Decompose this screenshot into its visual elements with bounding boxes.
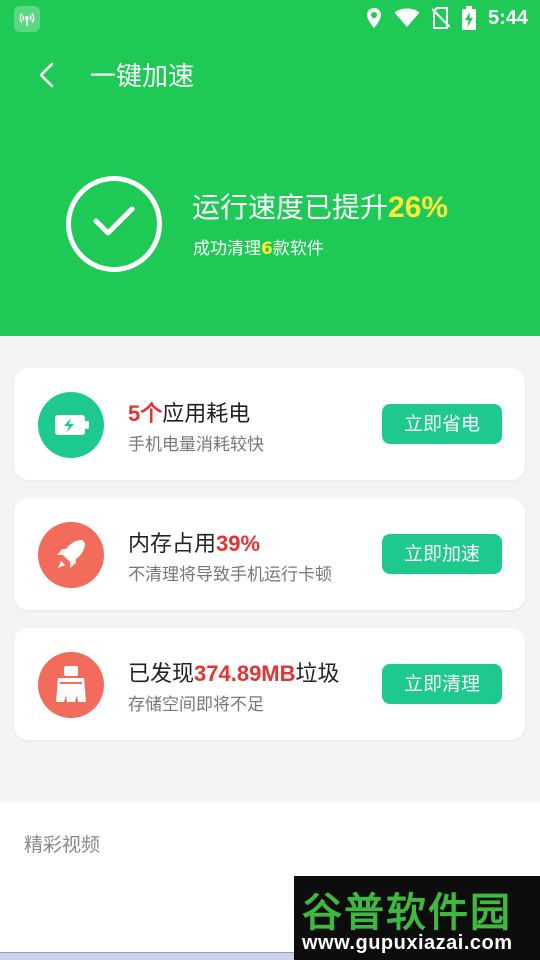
broom-icon [38, 652, 104, 718]
status-icons: 5:44 [366, 6, 528, 30]
card-title: 已发现374.89MB垃圾 [128, 661, 340, 687]
taskbar-strip [0, 952, 294, 960]
cleaned-count: 6 [261, 239, 273, 259]
no-sim-icon [431, 7, 450, 29]
clean-now-button[interactable]: 立即清理 [382, 664, 502, 704]
back-button[interactable] [28, 54, 68, 94]
watermark-url: www.gupuxiazai.com [302, 932, 513, 954]
speed-result-subtitle: 成功清理6款软件 [193, 239, 324, 259]
boost-now-button[interactable]: 立即加速 [382, 534, 502, 574]
chevron-left-icon [39, 62, 54, 88]
location-icon [366, 8, 381, 28]
card-title: 5个应用耗电 [128, 401, 251, 427]
watermark-logo-text: 谷普软件园 [302, 890, 512, 936]
signal-broadcast-icon [14, 6, 40, 32]
rocket-icon [38, 522, 104, 588]
save-power-button[interactable]: 立即省电 [382, 404, 502, 444]
battery-charging-icon [461, 6, 476, 30]
card-description: 存储空间即将不足 [128, 695, 264, 715]
speed-result-title: 运行速度已提升26% [192, 191, 449, 224]
title-bar: 一键加速 [0, 48, 540, 100]
card-description: 手机电量消耗较快 [128, 435, 264, 455]
card-description: 不清理将导致手机运行卡顿 [128, 565, 332, 585]
battery-icon [38, 392, 104, 458]
battery-saver-card: 5个应用耗电 手机电量消耗较快 立即省电 [14, 368, 525, 480]
speed-percent: 26% [388, 191, 449, 224]
wifi-icon [394, 8, 420, 27]
page-title: 一键加速 [90, 62, 195, 92]
section-title: 精彩视频 [24, 834, 101, 856]
watermark: 谷普软件园 www.gupuxiazai.com [294, 876, 540, 960]
memory-boost-card: 内存占用39% 不清理将导致手机运行卡顿 立即加速 [14, 498, 525, 610]
header-panel: 5:44 一键加速 运行速度已提升26% 成功清理6款软件 [0, 0, 540, 336]
card-title: 内存占用39% [128, 531, 261, 557]
junk-clean-card: 已发现374.89MB垃圾 存储空间即将不足 立即清理 [14, 628, 525, 740]
success-check-icon [66, 176, 162, 272]
status-bar: 5:44 [0, 0, 540, 36]
clock: 5:44 [487, 6, 528, 29]
